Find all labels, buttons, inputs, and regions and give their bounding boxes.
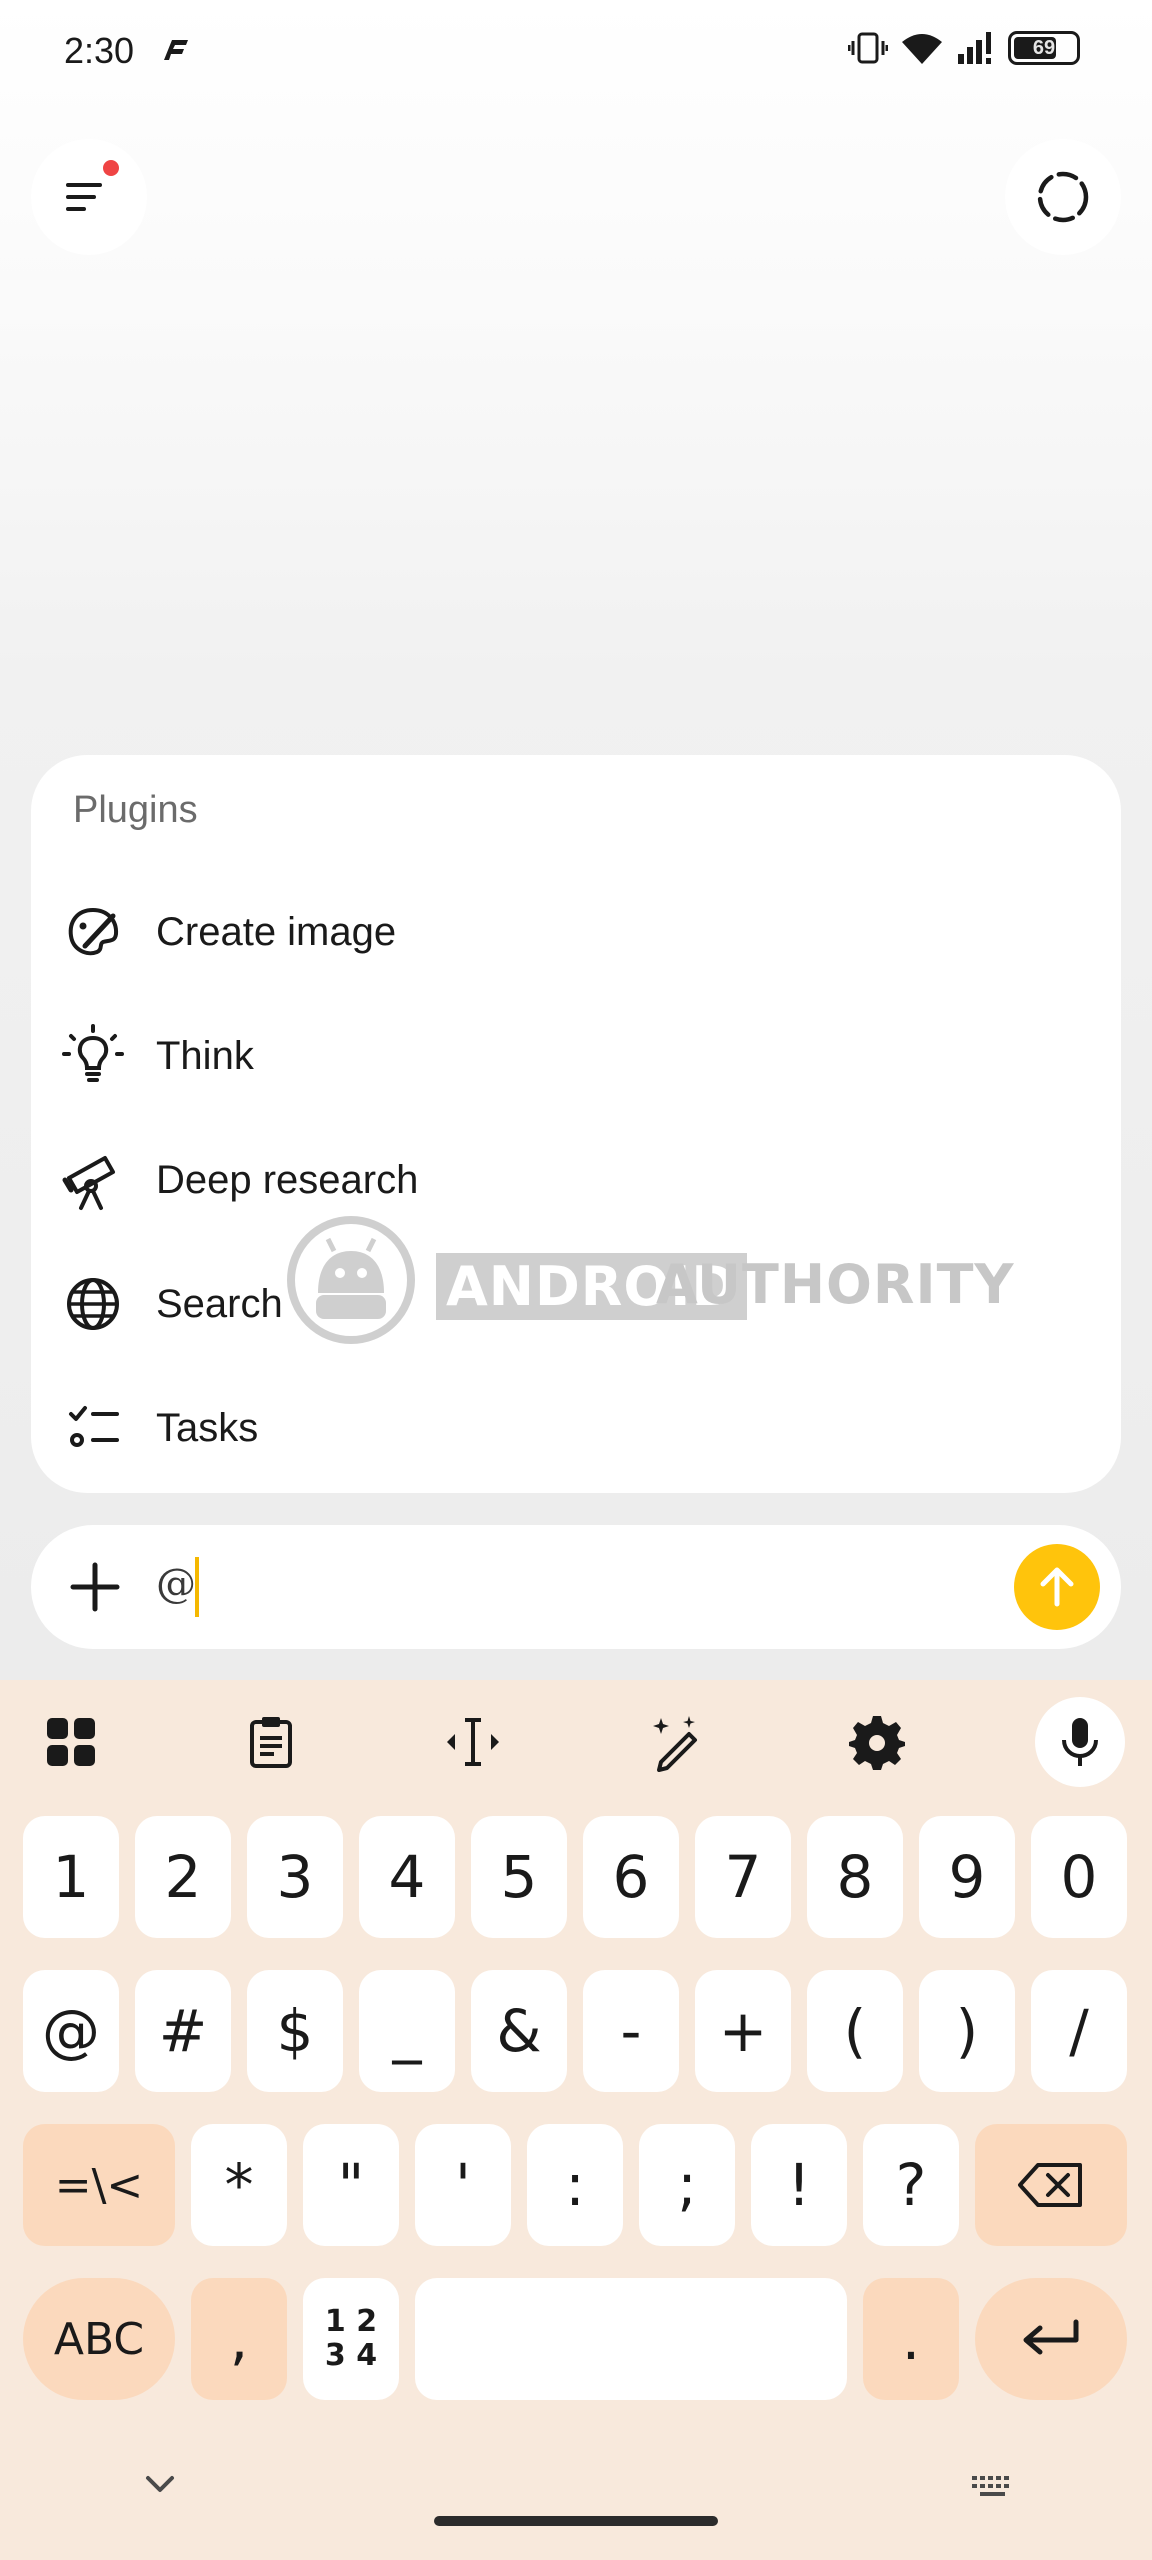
settings-gear-icon[interactable] bbox=[829, 1694, 925, 1790]
plugin-item-think[interactable]: Think bbox=[31, 1001, 1121, 1111]
plugin-item-tasks[interactable]: Tasks bbox=[31, 1373, 1121, 1483]
key-9[interactable]: 9 bbox=[919, 1816, 1015, 1938]
plugins-heading: Plugins bbox=[73, 789, 198, 831]
key-slash[interactable]: / bbox=[1031, 1970, 1127, 2092]
checklist-icon bbox=[61, 1396, 125, 1460]
plugin-item-create-image[interactable]: Create image bbox=[31, 877, 1121, 987]
vibrate-icon bbox=[848, 32, 888, 64]
home-indicator[interactable] bbox=[434, 2516, 718, 2526]
dashed-chat-icon bbox=[1037, 171, 1089, 223]
status-time: 2:30 bbox=[64, 30, 135, 71]
battery-level: 69 bbox=[1032, 36, 1056, 59]
backspace-icon bbox=[1018, 2163, 1082, 2207]
key-abc[interactable]: ABC bbox=[23, 2278, 175, 2400]
key-4[interactable]: 4 bbox=[359, 1816, 455, 1938]
menu-icon bbox=[66, 183, 102, 211]
spacebar[interactable] bbox=[415, 2278, 847, 2400]
key-numpad[interactable]: 1 2 3 4 bbox=[303, 2278, 399, 2400]
plugin-label: Create image bbox=[156, 909, 397, 954]
enter-key[interactable] bbox=[975, 2278, 1127, 2400]
key-6[interactable]: 6 bbox=[583, 1816, 679, 1938]
battery-indicator: 69 bbox=[1008, 31, 1080, 65]
key-more-symbols[interactable]: =\< bbox=[23, 2124, 175, 2246]
globe-icon bbox=[61, 1272, 125, 1336]
key-3[interactable]: 3 bbox=[247, 1816, 343, 1938]
app-notification-icon bbox=[164, 40, 188, 60]
key-right-paren[interactable]: ) bbox=[919, 1970, 1015, 2092]
palette-icon bbox=[61, 900, 125, 964]
keyboard-toolbar bbox=[0, 1680, 1152, 1800]
arrow-up-icon bbox=[1040, 1567, 1074, 1607]
key-question[interactable]: ? bbox=[863, 2124, 959, 2246]
message-input[interactable]: @ bbox=[156, 1561, 196, 1607]
keyboard-nav-row bbox=[0, 2440, 1152, 2560]
new-chat-button[interactable] bbox=[1005, 139, 1121, 255]
key-dollar[interactable]: $ bbox=[247, 1970, 343, 2092]
key-exclamation[interactable]: ! bbox=[751, 2124, 847, 2246]
plugin-label: Deep research bbox=[156, 1157, 419, 1202]
key-8[interactable]: 8 bbox=[807, 1816, 903, 1938]
key-underscore[interactable]: _ bbox=[359, 1970, 455, 2092]
microphone-button[interactable] bbox=[1035, 1697, 1125, 1787]
text-cursor-icon[interactable] bbox=[425, 1694, 521, 1790]
clipboard-icon[interactable] bbox=[223, 1694, 319, 1790]
lightbulb-icon bbox=[61, 1024, 125, 1088]
key-double-quote[interactable]: " bbox=[303, 2124, 399, 2246]
apps-grid-icon[interactable] bbox=[23, 1694, 119, 1790]
microphone-icon bbox=[1062, 1718, 1098, 1766]
text-caret bbox=[195, 1557, 199, 1617]
watermark: ANDROID AUTHORITY bbox=[286, 1215, 1014, 1345]
key-comma[interactable]: , bbox=[191, 2278, 287, 2400]
key-colon[interactable]: : bbox=[527, 2124, 623, 2246]
chevron-down-icon[interactable] bbox=[140, 2470, 180, 2500]
key-single-quote[interactable]: ' bbox=[415, 2124, 511, 2246]
plugin-label: Search bbox=[156, 1281, 283, 1326]
key-minus[interactable]: - bbox=[583, 1970, 679, 2092]
key-plus[interactable]: + bbox=[695, 1970, 791, 2092]
cellular-signal-icon bbox=[958, 32, 991, 64]
message-composer: @ bbox=[31, 1525, 1121, 1649]
add-attachment-icon[interactable] bbox=[65, 1557, 125, 1617]
key-2[interactable]: 2 bbox=[135, 1816, 231, 1938]
key-period[interactable]: . bbox=[863, 2278, 959, 2400]
watermark-word-2: AUTHORITY bbox=[656, 1253, 1015, 1316]
android-robot-logo bbox=[287, 1216, 415, 1344]
plugins-menu: Plugins Create image Think Deep research… bbox=[31, 755, 1121, 1493]
key-left-paren[interactable]: ( bbox=[807, 1970, 903, 2092]
enter-icon bbox=[1023, 2319, 1079, 2355]
key-7[interactable]: 7 bbox=[695, 1816, 791, 1938]
status-bar: 2:30 69 bbox=[0, 0, 1152, 100]
notification-dot bbox=[103, 160, 119, 176]
key-asterisk[interactable]: * bbox=[191, 2124, 287, 2246]
key-at[interactable]: @ bbox=[23, 1970, 119, 2092]
plugin-label: Think bbox=[156, 1033, 254, 1078]
key-ampersand[interactable]: & bbox=[471, 1970, 567, 2092]
key-1[interactable]: 1 bbox=[23, 1816, 119, 1938]
send-button[interactable] bbox=[1014, 1544, 1100, 1630]
key-hash[interactable]: # bbox=[135, 1970, 231, 2092]
plugin-label: Tasks bbox=[156, 1405, 259, 1450]
key-5[interactable]: 5 bbox=[471, 1816, 567, 1938]
magic-pen-icon[interactable] bbox=[627, 1694, 723, 1790]
key-semicolon[interactable]: ; bbox=[639, 2124, 735, 2246]
key-0[interactable]: 0 bbox=[1031, 1816, 1127, 1938]
telescope-icon bbox=[61, 1148, 125, 1212]
keyboard-switch-icon[interactable] bbox=[970, 2472, 1016, 2502]
wifi-icon bbox=[902, 34, 942, 64]
menu-button[interactable] bbox=[31, 139, 147, 255]
keyboard: 1 2 3 4 5 6 7 8 9 0 @ # $ _ & - + ( ) / … bbox=[0, 1680, 1152, 2560]
backspace-key[interactable] bbox=[975, 2124, 1127, 2246]
